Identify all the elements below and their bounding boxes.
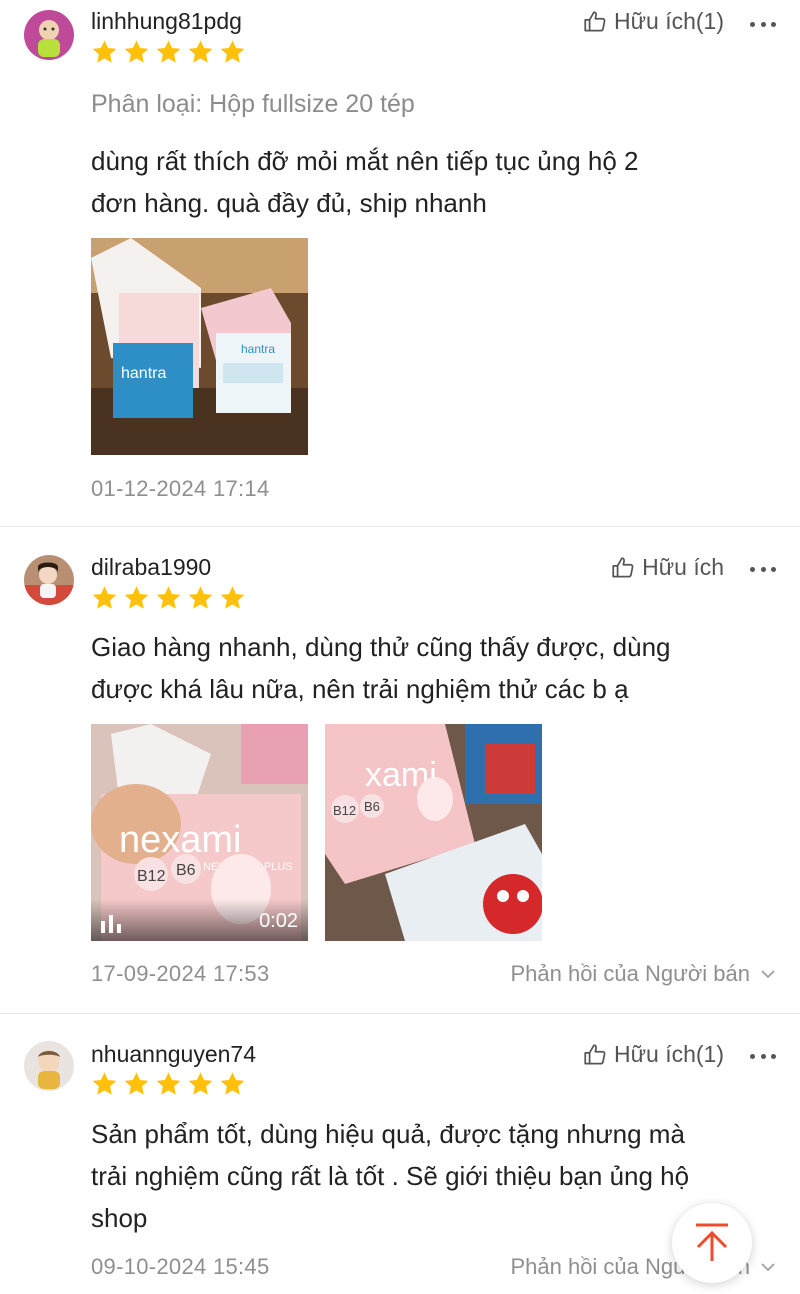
avatar[interactable]: [24, 555, 74, 605]
star-icon: [188, 1072, 213, 1095]
video-duration: 0:02: [259, 910, 298, 932]
review-item: linhhung81pdg Hữu ích(1) Phân loại: Hộp …: [0, 0, 800, 527]
variation-label: Phân loại: Hộp fullsize 20 tép: [91, 90, 415, 118]
review-text: Sản phẩm tốt, dùng hiệu quả, được tặng n…: [91, 1113, 781, 1239]
review-text: dùng rất thích đỡ mỏi mắt nên tiếp tục ủ…: [91, 140, 781, 224]
arrow-up-icon: [696, 1223, 728, 1261]
thumbs-up-icon: [584, 10, 606, 32]
review-photo[interactable]: xami B12 B6: [325, 724, 542, 941]
rating-stars: [90, 1070, 247, 1099]
review-item: dilraba1990 Hữu ích Giao hàng nhanh, dùn…: [0, 527, 800, 1014]
helpful-button[interactable]: Hữu ích: [610, 554, 724, 581]
helpful-label: Hữu ích(1): [614, 8, 724, 34]
scroll-to-top-button[interactable]: [672, 1203, 752, 1283]
review-date: 09-10-2024 15:45: [91, 1254, 270, 1279]
box-brand-text: hantra: [121, 365, 166, 382]
star-icon: [124, 40, 149, 63]
seller-reply-label: Phản hồi của Người bán: [510, 961, 750, 986]
chevron-down-icon: [761, 970, 775, 979]
star-icon: [188, 40, 213, 63]
star-icon: [92, 40, 117, 63]
reviewer-username[interactable]: dilraba1990: [91, 554, 211, 581]
rating-stars: [90, 584, 247, 613]
helpful-button[interactable]: Hữu ích(1): [582, 8, 724, 35]
review-text-line: được khá lâu nữa, nên trải nghiệm thử cá…: [91, 674, 629, 704]
star-icon: [124, 1072, 149, 1095]
star-icon: [156, 586, 181, 609]
star-icon: [220, 1072, 245, 1095]
vitamin-label: B12: [333, 803, 356, 818]
review-date: 01-12-2024 17:14: [91, 476, 270, 501]
star-icon: [156, 40, 181, 63]
helpful-label: Hữu ích: [642, 554, 724, 580]
review-text-line: đơn hàng. quà đầy đủ, ship nhanh: [91, 188, 487, 218]
thumbs-up-icon: [584, 1043, 606, 1065]
chevron-down-icon: [761, 1263, 775, 1272]
more-options-icon[interactable]: [750, 565, 776, 573]
avatar[interactable]: [24, 10, 74, 60]
helpful-button[interactable]: Hữu ích(1): [582, 1041, 724, 1068]
thumbs-up-icon: [612, 556, 634, 578]
box-brand-text: nexami: [119, 819, 242, 861]
box-brand-text: hantra: [241, 342, 275, 356]
review-text-line: Giao hàng nhanh, dùng thử cũng thấy được…: [91, 632, 671, 662]
review-text-line: dùng rất thích đỡ mỏi mắt nên tiếp tục ủ…: [91, 146, 639, 176]
video-icon: [101, 915, 121, 933]
review-photo[interactable]: hantra hantra: [91, 238, 308, 455]
star-icon: [220, 40, 245, 63]
seller-reply-toggle[interactable]: Phản hồi của Người bán: [510, 961, 776, 987]
video-overlay: 0:02: [91, 899, 308, 941]
review-text: Giao hàng nhanh, dùng thử cũng thấy được…: [91, 626, 781, 710]
vitamin-label: B6: [364, 799, 380, 814]
more-options-icon[interactable]: [750, 20, 776, 28]
avatar[interactable]: [24, 1041, 74, 1091]
helpful-label: Hữu ích(1): [614, 1041, 724, 1067]
star-icon: [124, 586, 149, 609]
star-icon: [92, 1072, 117, 1095]
review-date: 17-09-2024 17:53: [91, 961, 270, 986]
star-icon: [92, 586, 117, 609]
reviewer-username[interactable]: linhhung81pdg: [91, 8, 242, 35]
more-options-icon[interactable]: [750, 1052, 776, 1060]
star-icon: [220, 586, 245, 609]
star-icon: [156, 1072, 181, 1095]
review-text-line: trải nghiệm cũng rất là tốt . Sẽ giới th…: [91, 1161, 690, 1191]
review-text-line: Sản phẩm tốt, dùng hiệu quả, được tặng n…: [91, 1119, 685, 1149]
vitamin-label: B12: [137, 868, 166, 885]
vitamin-label: B6: [176, 862, 196, 879]
rating-stars: [90, 38, 247, 67]
star-icon: [188, 586, 213, 609]
review-video[interactable]: nexami NEWLIGHT PLUS B12 B6 0:02: [91, 724, 308, 941]
reviewer-username[interactable]: nhuannguyen74: [91, 1041, 256, 1068]
